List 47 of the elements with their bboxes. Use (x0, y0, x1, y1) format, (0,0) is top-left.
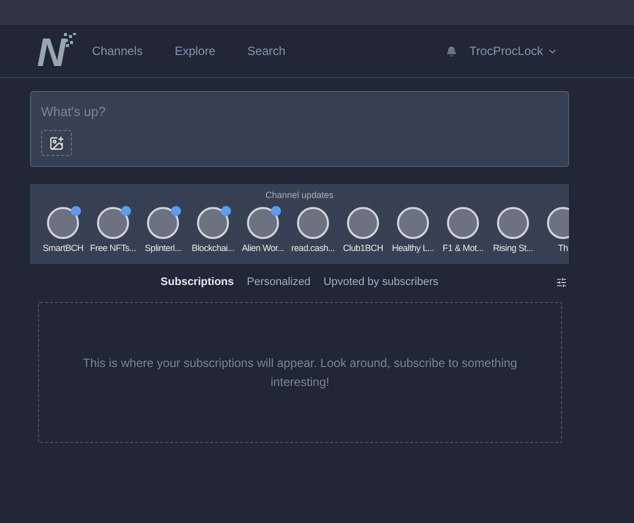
channel-name: Splinterl... (144, 242, 182, 255)
channel-item[interactable]: Th (538, 206, 569, 255)
channel-avatar (197, 206, 229, 238)
channel-avatar (297, 206, 329, 238)
channel-name: Healthy L... (392, 242, 434, 255)
channel-item[interactable]: Alien Wor... (238, 206, 288, 255)
feed-tab[interactable]: Subscriptions (160, 274, 234, 290)
logo[interactable]: N (37, 29, 77, 73)
channel-avatar (497, 206, 529, 238)
channel-avatar (347, 206, 379, 238)
channel-avatar (247, 206, 279, 238)
notification-icon[interactable] (446, 46, 458, 56)
channel-name: Rising St... (493, 242, 533, 255)
channel-name: Th (558, 242, 568, 254)
channel-item[interactable]: Rising St... (488, 206, 538, 255)
channel-item[interactable]: SmartBCH (38, 206, 88, 255)
channel-avatar (397, 206, 429, 238)
channel-item[interactable]: read.cash... (288, 206, 338, 255)
panel-title: Channel updates (265, 189, 334, 202)
channel-name: Blockchai... (192, 242, 234, 254)
channel-name: F1 & Mot... (442, 242, 484, 254)
nav-link[interactable]: Explore (174, 42, 216, 60)
feed-tab[interactable]: Upvoted by subscribers (323, 274, 438, 290)
post-input[interactable]: What's up? (41, 102, 558, 122)
channel-name: Alien Wor... (242, 242, 284, 254)
channel-item[interactable]: F1 & Mot... (438, 206, 488, 255)
channel-item[interactable]: Healthy L... (388, 206, 438, 255)
empty-message: This is where your subscriptions will appear. Look around, subscribe to something interesting! (82, 354, 518, 390)
add-image-button[interactable] (41, 130, 72, 156)
channel-item[interactable]: Free NFTs... (88, 206, 138, 255)
channel-avatar (97, 206, 129, 238)
feed-tab[interactable]: Personalized (246, 274, 310, 290)
channel-avatar (147, 206, 179, 238)
user-menu[interactable]: TrocProcLock (469, 42, 558, 60)
channel-name: read.cash... (291, 242, 335, 254)
nav-link[interactable]: Channels (92, 42, 143, 60)
image-icon (49, 136, 64, 150)
channel-name: Free NFTs... (90, 242, 136, 254)
channel-item[interactable]: Blockchai... (188, 206, 238, 255)
channel-avatar (47, 206, 79, 238)
channel-name: SmartBCH (42, 242, 84, 254)
channel-name: Club1BCH (342, 242, 384, 254)
filter-icon[interactable] (556, 276, 567, 288)
channel-item[interactable]: Club1BCH (338, 206, 388, 255)
channel-item[interactable]: Splinterl... (138, 206, 188, 255)
nav-link[interactable]: Search (247, 42, 286, 60)
channel-avatar (447, 206, 479, 238)
